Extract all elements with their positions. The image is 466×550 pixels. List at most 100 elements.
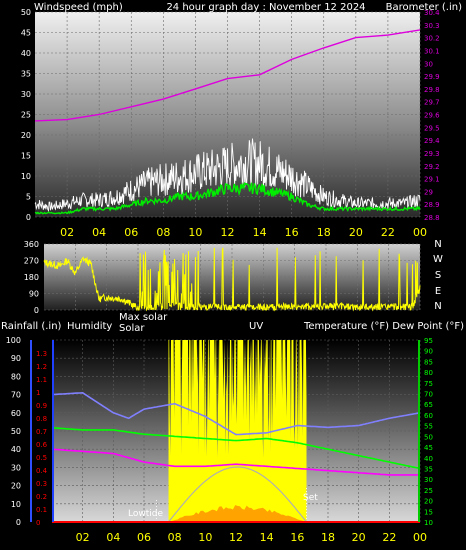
rainfall-tick-label: 0.6	[36, 441, 48, 449]
windspeed-tick-label: 25	[21, 111, 31, 120]
rainfall-tick-label: 0.9	[36, 402, 47, 410]
barometer-tick-label: 29.7	[424, 99, 440, 107]
humidity-tick-label: 80	[11, 372, 21, 381]
barometer-tick-label: 29.6	[424, 112, 440, 120]
rainfall-tick-label: 1	[36, 389, 40, 397]
rainfall-tick-label: 1.3	[36, 350, 47, 358]
humidity-tick-label: 100	[6, 336, 21, 345]
barometer-tick-label: 29.2	[424, 163, 440, 171]
windspeed-tick-label: 40	[21, 49, 31, 58]
hour-label: 08	[168, 531, 182, 544]
hour-label: 20	[352, 531, 366, 544]
humidity-tick-label: 70	[11, 391, 21, 400]
windspeed-tick-label: 20	[21, 131, 31, 140]
rainfall-tick-label: 0.8	[36, 415, 47, 423]
barometer-ticks: 28.8 28.9 29 29.1 29.2 29.3 29.4 29.5 29.6 29.7 29…	[424, 9, 440, 222]
windspeed-tick-label: 50	[21, 8, 31, 17]
barometer-tick-label: 29.4	[424, 137, 440, 145]
compass-label: E	[435, 286, 441, 297]
windspeed-tick-label: 30	[21, 90, 31, 99]
barometer-tick-label: 29.1	[424, 176, 440, 184]
sunset-annotation: Set	[303, 493, 318, 503]
temperature-tick-label: 35	[424, 465, 433, 473]
wind-direction-panel: 090180270360 NWSEN	[24, 239, 443, 315]
temperature-tick-label: 95	[424, 337, 433, 345]
rainfall-axis-label: Rainfall (.in)	[1, 321, 62, 332]
wind-barometer-panel: Windspeed (mph) 24 hour graph day : Nove…	[21, 2, 462, 239]
hour-label: 06	[124, 226, 138, 239]
hour-label: 10	[188, 226, 202, 239]
windspeed-tick-label: 35	[21, 70, 31, 79]
barometer-tick-label: 30.1	[424, 47, 440, 55]
hour-label: 14	[260, 531, 274, 544]
temperature-tick-label: 30	[424, 476, 433, 484]
temperature-tick-label: 50	[424, 433, 433, 441]
direction-tick-label: 180	[24, 273, 39, 282]
compass-label: N	[434, 239, 441, 250]
panel3-hour-labels: 02 04 06 08 10 12 14 16 18 20 22 00	[76, 531, 427, 544]
hour-label: 06	[137, 531, 151, 544]
hour-label: 02	[60, 226, 74, 239]
rainfall-tick-label: 0.7	[36, 428, 47, 436]
uv-label: UV	[249, 321, 263, 332]
direction-tick-label: 0	[34, 306, 39, 315]
barometer-tick-label: 29.8	[424, 86, 440, 94]
rainfall-tick-label: 0.1	[36, 506, 47, 514]
barometer-tick-label: 29.9	[424, 73, 440, 81]
barometer-tick-label: 29.5	[424, 124, 440, 132]
temperature-dewpoint-label: Temperature (°F) Dew Point (°F)	[303, 321, 464, 332]
rainfall-tick-label: 1.1	[36, 376, 47, 384]
temperature-tick-label: 60	[424, 412, 433, 420]
hour-label: 00	[413, 226, 427, 239]
humidity-tick-label: 50	[11, 427, 21, 436]
rainfall-tick-label: 0.3	[36, 480, 47, 488]
temperature-tick-label: 85	[424, 358, 433, 366]
rainfall-tick-label: 0.4	[36, 467, 48, 475]
temperature-ticks: 10 15 20 25 30 35 40 45 50 55 60 65 70 75 80 85 90 95	[424, 337, 433, 527]
hour-label: 10	[198, 531, 212, 544]
windspeed-tick-label: 5	[26, 193, 31, 202]
hour-label: 00	[413, 531, 427, 544]
temperature-tick-label: 55	[424, 423, 433, 431]
direction-tick-label: 360	[24, 240, 39, 249]
windspeed-tick-label: 15	[21, 152, 31, 161]
humidity-tick-label: 20	[11, 482, 21, 491]
weather-charts: Windspeed (mph) 24 hour graph day : Nove…	[1, 2, 464, 544]
rainfall-tick-label: 0	[36, 519, 40, 527]
rainfall-ticks: 0 0.1 0.2 0.3 0.4 0.5 0.6 0.7 0.8 0.9 1 1.1 1.2 1.3	[36, 350, 48, 527]
hour-label: 14	[253, 226, 267, 239]
temperature-tick-label: 75	[424, 380, 433, 388]
direction-ticks: 0 90 180 270 360	[24, 240, 39, 315]
rainfall-tick-label: 0.2	[36, 493, 47, 501]
temperature-tick-label: 25	[424, 487, 433, 495]
compass-label: W	[433, 254, 443, 265]
barometer-tick-label: 30	[424, 60, 433, 68]
compass-label: N	[434, 301, 441, 312]
humidity-tick-label: 40	[11, 445, 21, 454]
solar-label: Solar	[119, 323, 145, 334]
windspeed-axis-label: Windspeed (mph)	[34, 2, 123, 13]
max-solar-label: Max solar	[119, 312, 168, 323]
temperature-tick-label: 70	[424, 391, 433, 399]
hour-label: 08	[156, 226, 170, 239]
humidity-axis-label: Humidity	[67, 321, 112, 332]
hour-label: 16	[285, 226, 299, 239]
panel1-hour-labels: 02 04 06 08 10 12 14 16 18 20 22 00	[60, 226, 427, 239]
hour-label: 18	[317, 226, 331, 239]
temperature-tick-label: 15	[424, 508, 433, 516]
rainfall-tick-label: 0.5	[36, 454, 47, 462]
hour-label: 22	[382, 531, 396, 544]
compass-labels: NWSEN	[433, 239, 443, 312]
lowtide-annotation: Lowtide	[128, 509, 163, 519]
temperature-tick-label: 90	[424, 348, 433, 356]
humidity-tick-label: 60	[11, 409, 21, 418]
barometer-tick-label: 28.8	[424, 214, 440, 222]
temperature-tick-label: 10	[424, 519, 433, 527]
hour-label: 18	[321, 531, 335, 544]
compass-label: S	[435, 270, 441, 281]
rainfall-tick-label: 1.2	[36, 363, 47, 371]
windspeed-tick-label: 10	[21, 172, 31, 181]
hour-label: 16	[290, 531, 304, 544]
temperature-tick-label: 20	[424, 498, 433, 506]
temperature-tick-label: 65	[424, 401, 433, 409]
